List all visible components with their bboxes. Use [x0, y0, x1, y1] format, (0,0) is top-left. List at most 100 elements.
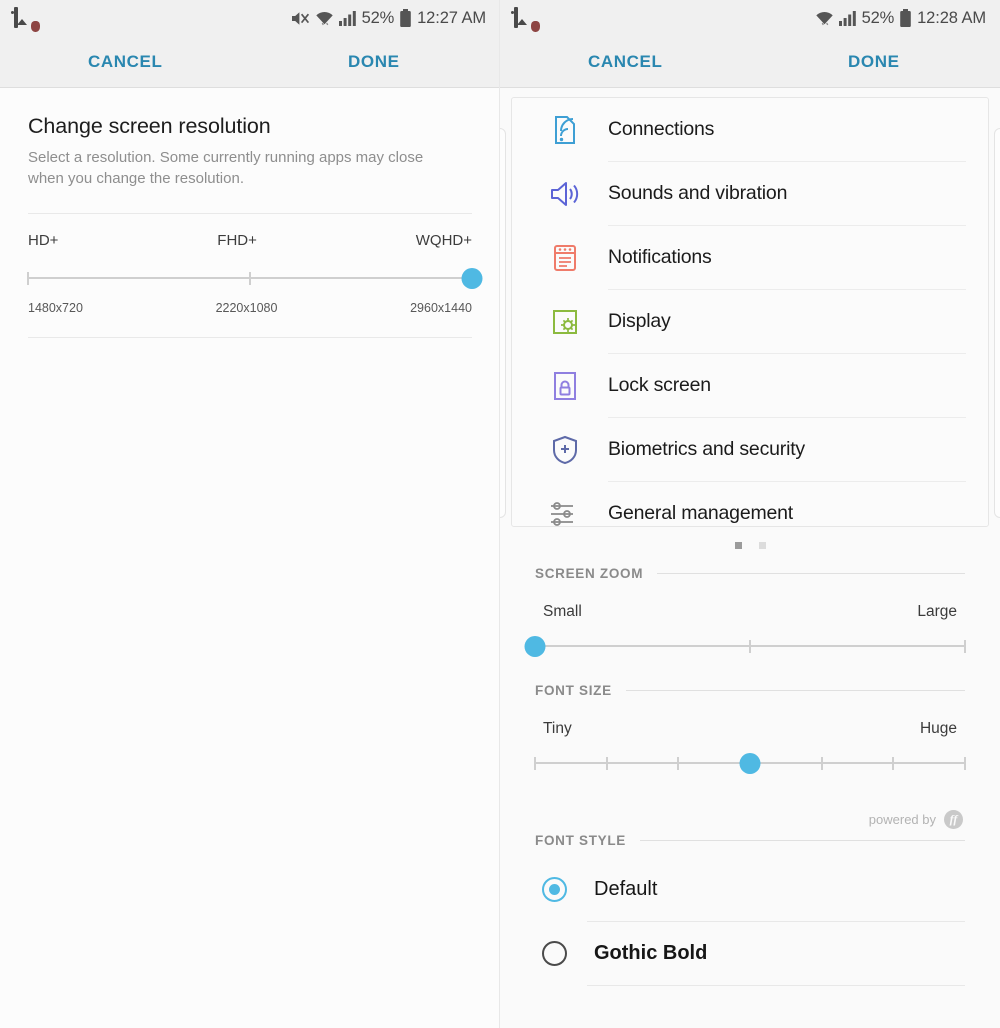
status-time: 12:28 AM [917, 8, 986, 27]
right-panel: 52% 12:28 AM CANCEL DONE Connections Soun… [500, 0, 1000, 1028]
status-time: 12:27 AM [417, 8, 486, 27]
font-style-section: powered by ff FONT STYLE Default Gothic B… [500, 810, 1000, 986]
settings-row-label: Notifications [608, 246, 712, 268]
settings-row-biometrics-and-security[interactable]: Biometrics and security [512, 418, 988, 481]
slider-tick [605, 756, 608, 770]
slider-tick [27, 271, 29, 285]
divider-bottom [28, 337, 472, 338]
wifi-icon [315, 10, 334, 27]
screen-zoom-max-label: Large [917, 603, 957, 620]
pager-dot[interactable] [734, 542, 742, 549]
radio-button[interactable] [542, 941, 567, 966]
slider-tick [964, 639, 966, 653]
settings-row-label: Biometrics and security [608, 438, 805, 460]
font-style-options: Default Gothic Bold [535, 858, 965, 986]
font-size-header: FONT SIZE [535, 683, 965, 698]
font-size-max-label: Huge [919, 720, 957, 737]
pager-dot[interactable] [758, 542, 766, 549]
screen-zoom-slider[interactable] [524, 635, 966, 657]
section-rule [625, 690, 965, 691]
settings-list: Connections Sounds and vibration Notificat… [512, 98, 988, 527]
font-style-separator [587, 985, 965, 986]
settings-row-sounds-and-vibration[interactable]: Sounds and vibration [512, 162, 988, 225]
screen-zoom-header: SCREEN ZOOM [535, 566, 965, 581]
sliders-icon [545, 500, 585, 527]
resolution-tick-label: WQHD+ [415, 232, 472, 249]
section-label: FONT STYLE [535, 833, 626, 848]
page-title: Change screen resolution [28, 114, 271, 138]
slider-tick [534, 756, 536, 770]
font-style-label: Default [594, 878, 658, 900]
settings-row-general-management[interactable]: General management [512, 482, 988, 527]
cancel-button[interactable]: CANCEL [88, 36, 162, 88]
carousel-pager [500, 534, 1000, 549]
settings-row-label: Lock screen [608, 374, 711, 396]
slider-tick [892, 756, 895, 770]
done-button[interactable]: DONE [848, 36, 900, 88]
shield-icon [545, 435, 585, 465]
settings-row-lock-screen[interactable]: Lock screen [512, 354, 988, 417]
monotype-badge-icon: ff [944, 810, 963, 829]
settings-preview-card: Connections Sounds and vibration Notificat… [511, 97, 989, 527]
settings-row-display[interactable]: Display [512, 290, 988, 353]
left-status-bar: 52% 12:27 AM [0, 0, 500, 36]
resolution-tick-sublabels: 1480x720 2220x1080 2960x1440 [28, 301, 472, 315]
signal-icon [838, 10, 857, 27]
connections-icon [545, 114, 585, 146]
lock-icon [545, 371, 585, 401]
resolution-tick-label: FHD+ [217, 232, 257, 249]
battery-icon [899, 8, 912, 28]
settings-row-label: Connections [608, 118, 715, 140]
section-rule [640, 840, 965, 841]
resolution-tick-labels: HD+ FHD+ WQHD+ [28, 232, 472, 249]
settings-row-notifications[interactable]: Notifications [512, 226, 988, 289]
font-style-option-default[interactable]: Default [535, 858, 965, 921]
slider-thumb[interactable] [739, 752, 761, 774]
carousel-peek-left[interactable] [500, 128, 506, 518]
resolution-tick-sublabel: 2220x1080 [215, 301, 278, 315]
dialog-description: Select a resolution. Some currently runn… [28, 149, 424, 187]
section-rule [657, 573, 965, 574]
font-style-option-gothic-bold[interactable]: Gothic Bold [535, 922, 965, 985]
settings-row-connections[interactable]: Connections [512, 98, 988, 161]
battery-percent: 52% [361, 8, 395, 27]
settings-row-label: General management [608, 502, 794, 524]
battery-percent: 52% [861, 8, 895, 27]
right-action-bar: CANCEL DONE [500, 36, 1000, 88]
resolution-slider-group: HD+ FHD+ WQHD+ 1480x720 2220x1080 2960x1… [27, 214, 483, 315]
resolution-tick-sublabel: 1480x720 [28, 301, 83, 315]
speaker-icon [545, 179, 585, 209]
slider-tick [964, 756, 966, 770]
settings-row-label: Display [608, 310, 671, 332]
powered-by: powered by ff [535, 810, 965, 829]
signal-icon [338, 10, 357, 27]
radio-button[interactable] [542, 877, 567, 902]
font-size-slider[interactable] [534, 752, 966, 774]
resolution-tick-sublabel: 2960x1440 [410, 301, 472, 315]
section-label: SCREEN ZOOM [535, 566, 644, 581]
wifi-icon [815, 10, 834, 27]
carousel-peek-right[interactable] [994, 128, 1000, 518]
status-right-icons: 52% 12:28 AM [815, 8, 986, 28]
cancel-button[interactable]: CANCEL [588, 36, 662, 88]
settings-preview-carousel[interactable]: Connections Sounds and vibration Notificat… [500, 88, 1000, 558]
slider-thumb[interactable] [461, 267, 483, 289]
slider-tick [249, 271, 251, 285]
screen-zoom-min-label: Small [543, 603, 582, 620]
notifications-icon [545, 243, 585, 273]
screen-zoom-range-labels: Small Large [543, 603, 957, 621]
display-icon [545, 307, 585, 337]
slider-tick [749, 639, 751, 653]
resolution-slider[interactable] [27, 267, 483, 289]
resolution-tick-label: HD+ [28, 232, 59, 249]
font-style-header: FONT STYLE [535, 833, 965, 848]
slider-thumb[interactable] [524, 635, 546, 657]
display-settings-body: Connections Sounds and vibration Notificat… [500, 88, 1000, 1028]
left-panel: 52% 12:27 AM CANCEL DONE Change screen r… [0, 0, 500, 1028]
change-resolution-sheet: Change screen resolution Select a resolu… [0, 88, 500, 338]
screen-zoom-section: SCREEN ZOOM Small Large [500, 566, 1000, 657]
slider-tick [677, 756, 680, 770]
font-size-range-labels: Tiny Huge [543, 720, 957, 738]
done-button[interactable]: DONE [348, 36, 400, 88]
left-action-bar: CANCEL DONE [0, 36, 500, 88]
